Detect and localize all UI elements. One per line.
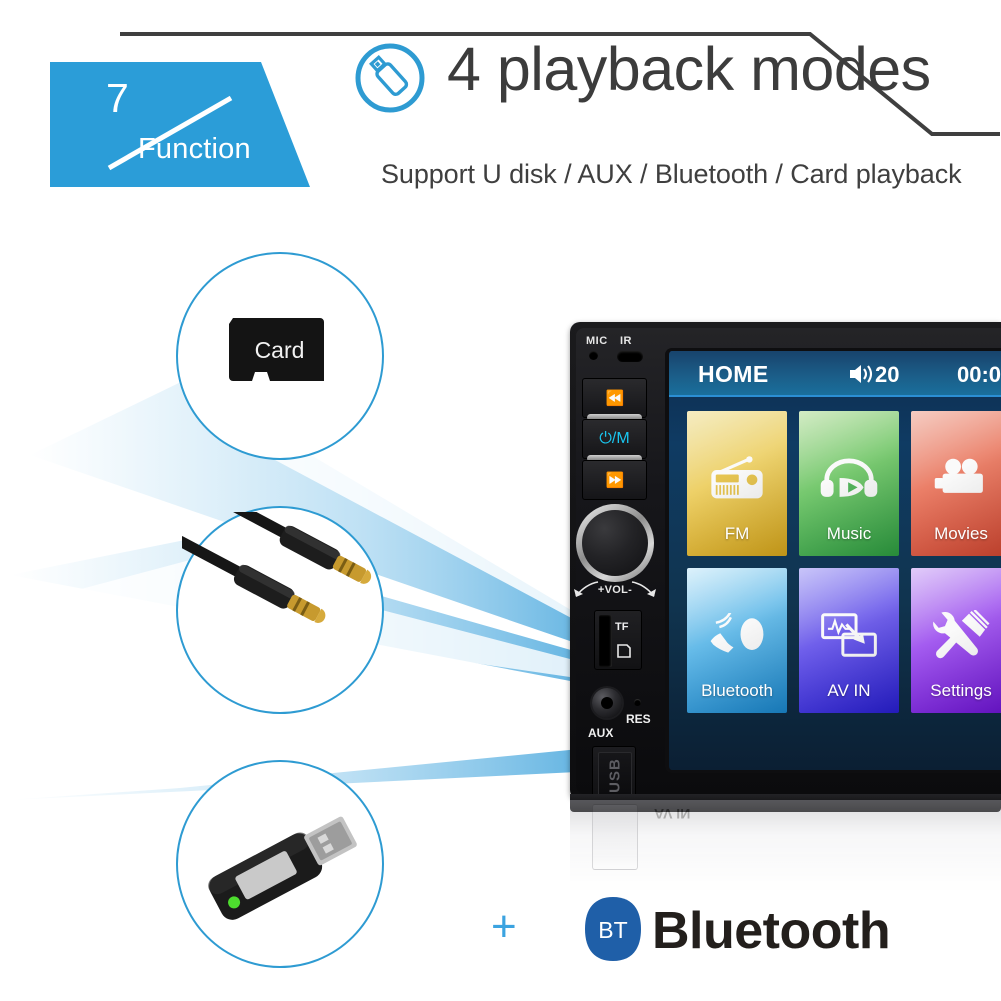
tf-slot-opening — [599, 615, 612, 667]
tile-label: Music — [826, 524, 872, 543]
volume-knob[interactable] — [576, 504, 654, 582]
usb-flash-drive-circle-icon — [355, 43, 425, 113]
car-stereo-unit: MIC IR ⏪ ⏻/M ⏩ +VOL- TF RES AUX USB HOME… — [570, 322, 1001, 812]
av-in-icon — [799, 594, 899, 676]
previous-track-icon: ⏪ — [605, 389, 625, 407]
reflection-usb-slot — [592, 804, 638, 870]
mic-label: MIC — [586, 335, 608, 347]
stereo-reflection: AV IN — [570, 800, 1001, 892]
tile-fm[interactable]: FM — [687, 411, 787, 556]
reset-label: RES — [626, 712, 651, 726]
usb-dongle-icon — [208, 816, 357, 920]
power-mode-button[interactable]: ⏻/M — [582, 419, 647, 459]
status-bar: HOME 20 00:00 — [669, 351, 1001, 397]
page-subtitle: Support U disk / AUX / Bluetooth / Card … — [381, 159, 962, 189]
tile-label: AV IN — [827, 681, 871, 700]
clock: 00:00 — [957, 362, 1001, 387]
aux-label: AUX — [588, 726, 614, 740]
lcd-screen[interactable]: HOME 20 00:00 — [665, 348, 1001, 773]
tile-music[interactable]: Music — [799, 411, 899, 556]
tools-icon — [911, 594, 1001, 676]
function-badge: 7 Function — [50, 62, 310, 187]
home-title: HOME — [698, 361, 769, 387]
volume-knob-label: +VOL- — [597, 584, 633, 596]
tile-av-in[interactable]: AV IN — [799, 568, 899, 713]
tile-movies[interactable]: Movies — [911, 411, 1001, 556]
microsd-slot-icon — [617, 644, 631, 658]
phone-bt-icon — [687, 594, 787, 676]
previous-track-button[interactable]: ⏪ — [582, 378, 647, 418]
tf-label: TF — [615, 621, 629, 633]
next-track-button[interactable]: ⏩ — [582, 460, 647, 500]
bluetooth-wordmark: Bluetooth — [652, 902, 891, 960]
headphones-icon — [799, 437, 899, 519]
home-tile-grid: FM Music Movies Bluetooth AV IN Settings — [687, 411, 1001, 761]
reset-button[interactable] — [634, 699, 641, 706]
tile-label: Settings — [930, 681, 992, 700]
ir-label: IR — [620, 335, 632, 347]
tile-settings[interactable]: Settings — [911, 568, 1001, 713]
plus-symbol: + — [491, 902, 517, 951]
page-title: 4 playback modes — [447, 35, 931, 103]
aux-port-hole — [601, 697, 613, 709]
volume-value: 20 — [875, 362, 900, 387]
next-track-icon: ⏩ — [605, 471, 625, 489]
reflection-text: AV IN — [654, 806, 691, 822]
svg-text:BT: BT — [598, 917, 627, 943]
tile-label: Movies — [934, 524, 988, 543]
knob-face — [582, 510, 648, 576]
power-mode-label: ⏻/M — [599, 430, 630, 447]
tile-label: FM — [724, 524, 750, 543]
tf-card-slot[interactable]: TF — [594, 610, 642, 670]
header: 7 Function 4 playback modes Support U di… — [0, 0, 1001, 210]
mic-hole-icon — [589, 351, 598, 360]
badge-number: 7 — [106, 75, 129, 121]
tile-bluetooth[interactable]: Bluetooth — [687, 568, 787, 713]
ir-window-icon — [617, 351, 643, 362]
tile-label: Bluetooth — [701, 681, 773, 700]
aux-cable-icon — [182, 512, 372, 623]
hardware-button-stack: ⏪ ⏻/M ⏩ — [582, 378, 647, 500]
callout-label-card: Card — [254, 337, 305, 363]
speaker-icon — [850, 365, 873, 383]
camcorder-icon — [911, 437, 1001, 519]
radio-icon — [687, 437, 787, 519]
badge-label: Function — [138, 133, 251, 165]
bluetooth-logo-icon: BT — [585, 897, 641, 961]
